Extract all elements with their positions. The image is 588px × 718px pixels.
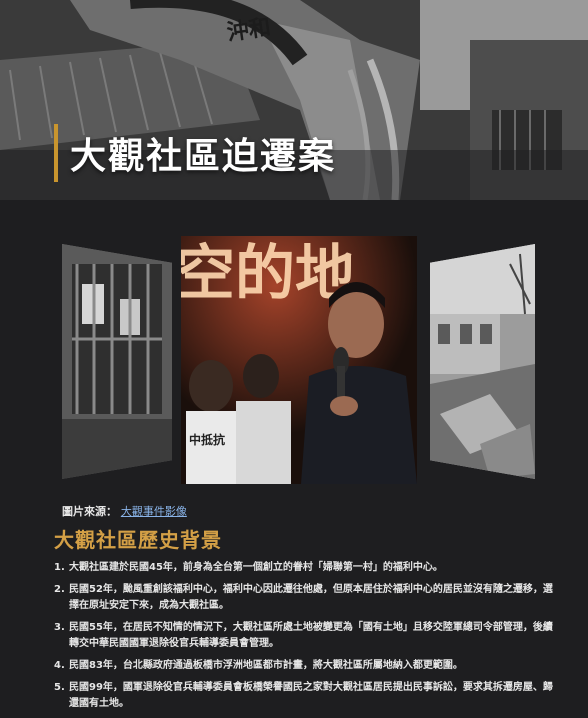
rubble-photo-image <box>430 244 535 479</box>
shirt-text: 中抵抗 <box>189 432 225 447</box>
history-item: 2. 民國52年，颱風重創該福利中心，福利中心因此遷往他處，但原本居住於福利中心… <box>54 582 554 614</box>
history-item: 1. 大觀社區建於民國45年，前身為全台第一個創立的眷村「婦聯第一村」的福利中心… <box>54 560 554 576</box>
history-list: 1. 大觀社區建於民國45年，前身為全台第一個創立的眷村「婦聯第一村」的福利中心… <box>54 560 554 718</box>
history-item: 4. 民國83年，台北縣政府通過板橋市浮洲地區都市計畫，將大觀社區所屬地納入都更… <box>54 658 554 674</box>
history-item-number: 3. <box>54 622 65 633</box>
history-item-text: 民國52年，颱風重創該福利中心，福利中心因此遷往他處，但原本居住於福利中心的居民… <box>69 584 553 611</box>
history-item-text: 民國55年，在居民不知情的情況下，大觀社區所處土地被變更為「國有土地」且移交陸軍… <box>69 622 553 649</box>
history-item-number: 1. <box>54 562 65 573</box>
image-credit: 圖片來源： 大觀事件影像 <box>62 503 187 519</box>
history-item-number: 5. <box>54 682 65 693</box>
page-title: 大觀社區迫遷案 <box>70 135 337 177</box>
history-item-text: 民國83年，台北縣政府通過板橋市浮洲地區都市計畫，將大觀社區所屬地納入都更範圍。 <box>69 660 463 671</box>
banner-text: 空的地 <box>181 239 355 309</box>
history-item-text: 大觀社區建於民國45年，前身為全台第一個創立的眷村「婦聯第一村」的福利中心。 <box>69 562 443 573</box>
history-item-number: 4. <box>54 660 65 671</box>
image-credit-label: 圖片來源： <box>62 505 117 518</box>
history-item: 3. 民國55年，在居民不知情的情況下，大觀社區所處土地被變更為「國有土地」且移… <box>54 620 554 652</box>
hero-title-accent: 大觀社區迫遷案 <box>54 124 336 182</box>
history-item-number: 2. <box>54 584 65 595</box>
history-item-text: 民國99年，國軍退除役官兵輔導委員會板橋榮譽國民之家對大觀社區居民提出民事訴訟，… <box>69 682 553 709</box>
image-credit-link[interactable]: 大觀事件影像 <box>121 505 187 518</box>
hero-banner: 沖和 大觀社區迫遷案 <box>0 0 588 200</box>
protest-photo-image: 空的地 利 中抵抗 <box>181 236 417 484</box>
history-item: 5. 民國99年，國軍退除役官兵輔導委員會板橋榮譽國民之家對大觀社區居民提出民事… <box>54 680 554 712</box>
gallery-photo-center[interactable]: 空的地 利 中抵抗 <box>181 236 417 484</box>
window-photo-image <box>62 244 172 479</box>
gallery-photo-right[interactable] <box>430 244 535 479</box>
gallery-photo-left[interactable] <box>62 244 172 479</box>
section-title: 大觀社區歷史背景 <box>54 528 222 552</box>
